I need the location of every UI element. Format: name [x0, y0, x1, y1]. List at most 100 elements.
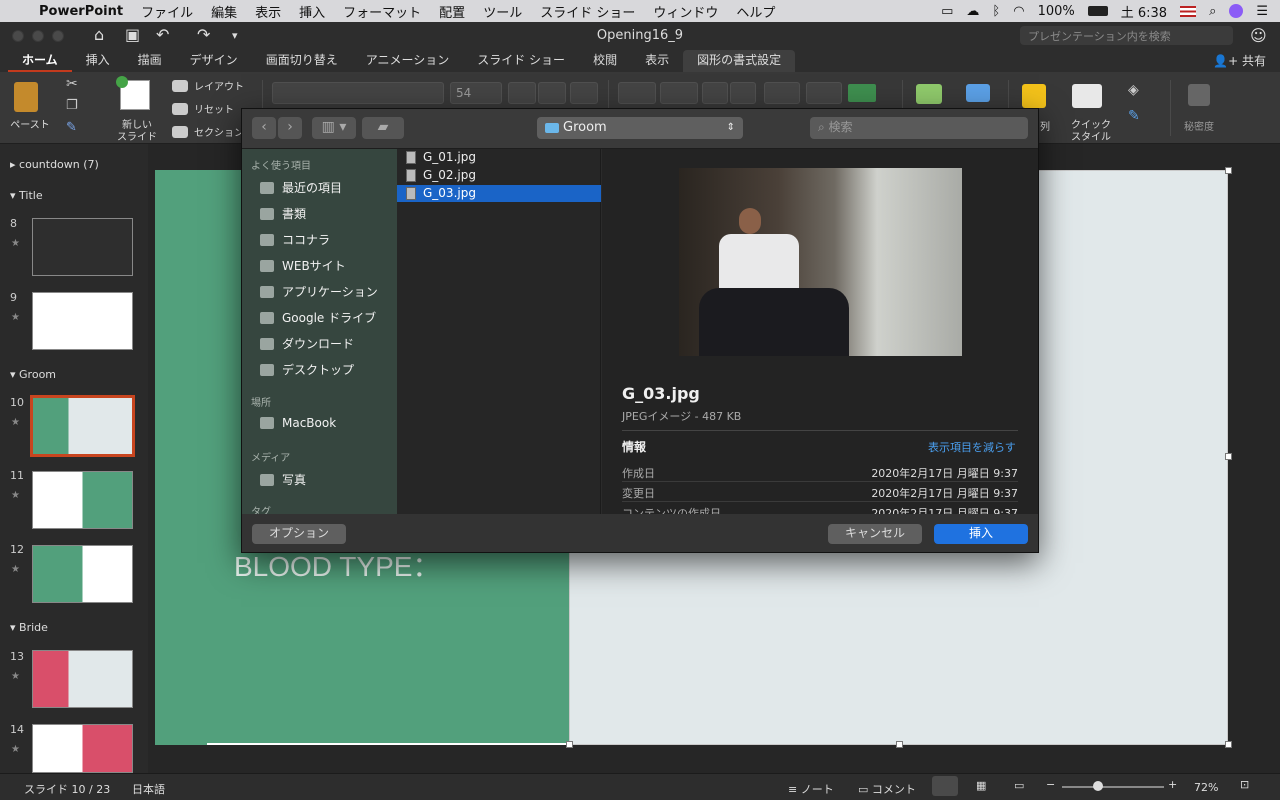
cancel-button[interactable]: キャンセル — [828, 524, 922, 544]
file-row[interactable]: G_02.jpg — [397, 167, 601, 184]
menu-tools[interactable]: ツール — [474, 2, 531, 21]
show-less-link[interactable]: 表示項目を減らす — [928, 439, 1016, 455]
zoom-slider[interactable] — [1062, 786, 1164, 788]
slide-thumbnail-13[interactable] — [32, 650, 133, 708]
comments-button[interactable]: ▭ コメント — [858, 781, 916, 797]
menu-format[interactable]: フォーマット — [334, 2, 430, 21]
new-folder-icon[interactable]: ▰ — [362, 117, 404, 139]
menu-arrange[interactable]: 配置 — [430, 2, 474, 21]
options-button[interactable]: オプション — [252, 524, 346, 544]
slide-thumbnail-9[interactable] — [32, 292, 133, 350]
numbering-icon[interactable] — [660, 82, 698, 104]
format-painter-icon[interactable]: ✎ — [66, 120, 77, 135]
bullets-icon[interactable] — [618, 82, 656, 104]
resize-handle[interactable] — [1225, 453, 1232, 460]
tab-transitions[interactable]: 画面切り替え — [252, 50, 352, 72]
app-menu[interactable]: PowerPoint — [30, 4, 132, 19]
share-button[interactable]: 👤+ 共有 — [1213, 52, 1266, 69]
spotlight-search-icon[interactable]: ⌕ — [1209, 4, 1216, 19]
insert-button[interactable]: 挿入 — [934, 524, 1028, 544]
language-indicator[interactable]: 日本語 — [132, 781, 165, 797]
tab-view[interactable]: 表示 — [631, 50, 683, 72]
sidebar-item-macbook[interactable]: MacBook — [260, 416, 336, 430]
section-title[interactable]: ▾ Title — [10, 189, 43, 202]
flag-icon[interactable] — [1180, 5, 1197, 17]
fit-to-window-icon[interactable]: ⊡ — [1240, 778, 1249, 791]
sensitivity-label[interactable]: 秘密度 — [1176, 118, 1222, 133]
copy-icon[interactable]: ❐ — [66, 98, 78, 113]
shapes-icon[interactable] — [966, 84, 990, 102]
section-groom[interactable]: ▾ Groom — [10, 368, 56, 381]
cut-icon[interactable]: ✂ — [66, 76, 78, 92]
sidebar-item-documents[interactable]: 書類 — [260, 205, 306, 222]
tab-design[interactable]: デザイン — [176, 50, 252, 72]
back-button[interactable]: ‹ — [252, 117, 276, 139]
tab-home[interactable]: ホーム — [8, 50, 72, 72]
section-button[interactable]: セクション — [172, 124, 244, 139]
sidebar-item-applications[interactable]: アプリケーション — [260, 283, 378, 300]
presentation-search-input[interactable]: プレゼンテーション内を検索 — [1020, 26, 1233, 45]
menu-slideshow[interactable]: スライド ショー — [531, 2, 644, 21]
indent-icon[interactable] — [730, 82, 756, 104]
outdent-icon[interactable] — [702, 82, 728, 104]
zoom-percent[interactable]: 72% — [1194, 781, 1218, 794]
zoom-slider-thumb[interactable] — [1093, 781, 1103, 791]
font-name-select[interactable] — [272, 82, 444, 104]
menu-edit[interactable]: 編集 — [202, 2, 246, 21]
resize-handle[interactable] — [566, 741, 573, 748]
battery-icon[interactable] — [1087, 6, 1108, 16]
sidebar-item-desktop[interactable]: デスクトップ — [260, 361, 354, 378]
fill-color-icon[interactable]: ◈ — [1128, 82, 1139, 98]
normal-view-icon[interactable] — [932, 776, 958, 796]
zoom-out-icon[interactable]: − — [1046, 778, 1055, 791]
slide-thumbnail-14[interactable] — [32, 724, 133, 773]
sensitivity-icon[interactable] — [1188, 84, 1210, 106]
columns-icon[interactable] — [806, 82, 842, 104]
increase-font-icon[interactable] — [508, 82, 536, 104]
cloud-sync-icon[interactable]: ☁ — [966, 4, 979, 19]
tab-slideshow[interactable]: スライド ショー — [463, 50, 579, 72]
forward-button[interactable]: › — [278, 117, 302, 139]
slide-thumbnail-pane[interactable]: ▸ countdown (7) ▾ Title 8 ★ 9 ★ ▾ Groom … — [0, 144, 148, 773]
menu-help[interactable]: ヘルプ — [727, 2, 784, 21]
file-list[interactable]: G_01.jpg G_02.jpg G_03.jpg — [397, 149, 601, 514]
sidebar-item-photos[interactable]: 写真 — [260, 471, 306, 488]
new-slide-label-2[interactable]: スライド — [113, 128, 161, 143]
tab-insert[interactable]: 挿入 — [72, 50, 124, 72]
sidebar-item-downloads[interactable]: ダウンロード — [260, 335, 354, 352]
folder-location-select[interactable]: Groom ⇕ — [537, 117, 743, 139]
layout-button[interactable]: レイアウト — [172, 78, 244, 93]
wifi-icon[interactable]: ◠ — [1013, 4, 1024, 19]
new-slide-icon[interactable] — [116, 76, 150, 110]
battery-percent[interactable]: 100% — [1038, 4, 1075, 19]
menu-insert[interactable]: 挿入 — [290, 2, 334, 21]
tab-review[interactable]: 校閲 — [579, 50, 631, 72]
menu-file[interactable]: ファイル — [132, 2, 202, 21]
tab-draw[interactable]: 描画 — [124, 50, 176, 72]
notes-button[interactable]: ≡ ノート — [788, 781, 834, 797]
section-countdown[interactable]: ▸ countdown (7) — [10, 158, 99, 171]
menu-view[interactable]: 表示 — [246, 2, 290, 21]
picture-icon[interactable] — [916, 84, 942, 104]
resize-handle[interactable] — [896, 741, 903, 748]
screen-icon[interactable]: ▭ — [941, 4, 953, 19]
sidebar-item-recents[interactable]: 最近の項目 — [260, 179, 342, 196]
arrange-icon[interactable] — [1022, 84, 1046, 108]
quick-style-icon[interactable] — [1072, 84, 1102, 108]
paste-icon[interactable] — [14, 82, 38, 112]
resize-handle[interactable] — [1225, 741, 1232, 748]
arrange-label[interactable]: 列 — [1040, 118, 1050, 133]
font-size-select[interactable]: 54 — [450, 82, 502, 104]
clear-format-icon[interactable] — [570, 82, 598, 104]
convert-smartart-icon[interactable] — [848, 84, 876, 102]
reset-button[interactable]: リセット — [172, 101, 234, 116]
zoom-in-icon[interactable]: + — [1168, 778, 1177, 791]
clock[interactable]: 土 6:38 — [1121, 2, 1167, 21]
slide-sorter-icon[interactable]: ▦ — [976, 779, 986, 792]
slide-thumbnail-10[interactable] — [30, 395, 135, 457]
line-color-icon[interactable]: ✎ — [1128, 108, 1140, 124]
file-row-selected[interactable]: G_03.jpg — [397, 185, 601, 202]
reading-view-icon[interactable]: ▭ — [1014, 779, 1024, 792]
resize-handle[interactable] — [1225, 167, 1232, 174]
tab-shape-format[interactable]: 図形の書式設定 — [683, 50, 796, 72]
